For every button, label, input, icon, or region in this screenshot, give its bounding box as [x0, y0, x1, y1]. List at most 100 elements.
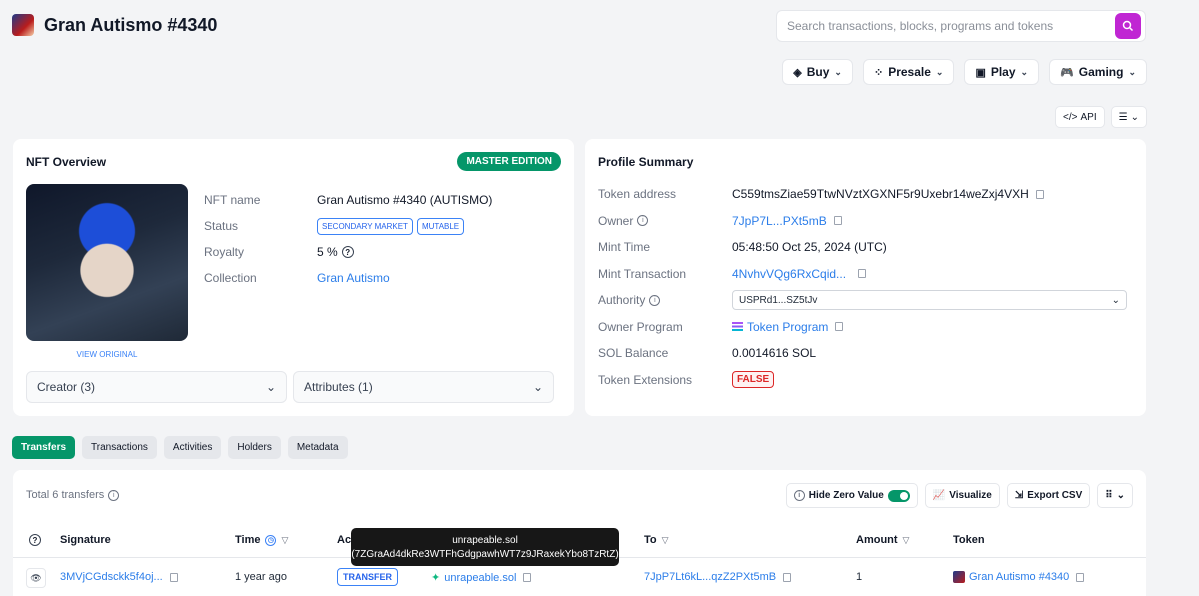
token-cell: Gran Autismo #4340 [953, 571, 1085, 583]
visualize-button[interactable]: 📈 Visualize [924, 483, 1000, 508]
copy-icon[interactable] [1035, 189, 1044, 199]
play-label: Play [990, 65, 1016, 79]
info-icon[interactable]: i [108, 489, 120, 501]
tab-transfers[interactable]: Transfers [12, 436, 76, 459]
presale-button[interactable]: ⁘ Presale ⌄ [862, 59, 955, 85]
search-bar[interactable] [776, 10, 1146, 42]
to-link[interactable]: 7JpP7Lt6kL...qzZ2PXt5mB [644, 571, 776, 583]
token-program-link[interactable]: Token Program [747, 320, 828, 334]
help-icon[interactable]: ? [341, 246, 354, 258]
mint-time-value: 05:48:50 Oct 25, 2024 (UTC) [732, 240, 887, 255]
to-header-label: To [644, 534, 657, 546]
creator-dropdown[interactable]: Creator (3) ⌄ [26, 371, 287, 403]
signature-header: Signature [60, 534, 111, 546]
table-tools: i Hide Zero Value 📈 Visualize ⇲ Export CSV … [785, 483, 1133, 508]
copy-icon[interactable] [833, 216, 842, 226]
info-icon[interactable]: i [637, 215, 649, 227]
nft-avatar [12, 14, 34, 36]
token-header: Token [953, 534, 985, 546]
copy-icon[interactable] [523, 573, 532, 582]
copy-icon[interactable] [783, 572, 792, 582]
amount-header-label: Amount [856, 534, 898, 546]
owner-program-label: Owner Program [598, 319, 683, 334]
token-extensions-label: Token Extensions [598, 372, 693, 387]
sol-balance-row: SOL Balance 0.0014616 SOL [598, 340, 1133, 367]
buy-button[interactable]: ◈ Buy ⌄ [782, 59, 853, 85]
copy-icon[interactable] [835, 322, 844, 332]
copy-icon[interactable] [169, 572, 178, 582]
signature-link[interactable]: 3MVjCGdsckk5f4oj... [60, 571, 163, 583]
royalty-label: Royalty [204, 245, 245, 259]
presale-icon: ⁘ [873, 66, 884, 79]
nft-image[interactable] [26, 184, 188, 341]
token-header-label: Token [953, 534, 985, 546]
status-row: Status SECONDARY MARKET MUTABLE [204, 213, 492, 239]
nft-overview-title: NFT Overview [26, 155, 107, 169]
signature-cell: 3MVjCGdsckk5f4oj... [60, 571, 178, 583]
mint-transaction-link[interactable]: 4NvhvVQg6RxCqid... [732, 267, 846, 281]
mint-time-row: Mint Time 05:48:50 Oct 25, 2024 (UTC) [598, 234, 1133, 261]
authority-select[interactable]: USPRd1...SZ5tJv ⌄ [732, 290, 1127, 311]
collection-link[interactable]: Gran Autismo [317, 271, 390, 285]
time-header-label: Time [235, 534, 261, 546]
filter-icon[interactable]: ▽ [281, 535, 288, 546]
table-row: 👁 3MVjCGdsckk5f4oj... 1 year ago TRANSFE… [13, 566, 1146, 596]
api-button[interactable]: </> API [1055, 106, 1105, 128]
nft-properties: NFT name Gran Autismo #4340 (AUTISMO) St… [204, 187, 492, 291]
from-link[interactable]: unrapeable.sol [444, 572, 516, 584]
copy-icon[interactable] [1076, 572, 1085, 582]
play-icon: ▣ [975, 66, 986, 79]
royalty-value: 5 % [317, 245, 338, 259]
tab-metadata[interactable]: Metadata [287, 436, 348, 459]
owner-label: Owner [598, 213, 634, 228]
api-label: API [1080, 111, 1097, 123]
tab-activities[interactable]: Activities [163, 436, 222, 459]
profile-summary-title: Profile Summary [598, 155, 694, 169]
creator-dropdown-label: Creator (3) [37, 380, 96, 394]
authority-label: Authority [598, 293, 646, 308]
action-header-label: Ac [337, 534, 352, 546]
collection-row: Collection Gran Autismo [204, 265, 492, 291]
owner-link[interactable]: 7JpP7L...PXt5mB [732, 214, 827, 228]
export-csv-button[interactable]: ⇲ Export CSV [1006, 483, 1091, 508]
view-menu-button[interactable]: ☰ ⌄ [1110, 106, 1147, 128]
export-icon: ⇲ [1014, 490, 1024, 501]
view-original-link[interactable]: VIEW ORIGINAL [26, 350, 188, 359]
amount-header: Amount ▽ [856, 534, 909, 546]
mint-transaction-label: Mint Transaction [598, 266, 687, 281]
clock-icon[interactable]: ◷ [265, 534, 277, 546]
presale-label: Presale [888, 65, 931, 79]
visualize-label: Visualize [949, 490, 992, 501]
token-address-label: Token address [598, 187, 677, 202]
gaming-button[interactable]: 🎮 Gaming ⌄ [1049, 59, 1147, 85]
search-button[interactable] [1115, 13, 1141, 39]
tab-transactions[interactable]: Transactions [82, 436, 157, 459]
hide-zero-label: Hide Zero Value [808, 490, 884, 501]
tab-bar: Transfers Transactions Activities Holder… [12, 436, 348, 459]
token-link[interactable]: Gran Autismo #4340 [969, 571, 1069, 583]
hide-zero-toggle[interactable]: i Hide Zero Value [785, 483, 918, 508]
token-avatar [953, 571, 965, 583]
copy-icon[interactable] [858, 269, 867, 279]
help-icon[interactable]: ? [29, 534, 41, 546]
token-program-icon [732, 322, 743, 332]
token-extensions-row: Token Extensions FALSE [598, 367, 1133, 394]
tag-icon: ◈ [793, 66, 802, 79]
info-icon[interactable]: i [649, 294, 661, 306]
filter-icon[interactable]: ▽ [662, 535, 669, 546]
sol-domain-icon: ✦ [431, 572, 441, 584]
search-input[interactable] [787, 19, 1115, 33]
eye-icon[interactable]: 👁 [26, 568, 46, 588]
view-cell: 👁 [26, 568, 46, 588]
tab-holders[interactable]: Holders [228, 436, 281, 459]
attributes-dropdown[interactable]: Attributes (1) ⌄ [293, 371, 554, 403]
toggle-switch[interactable] [887, 489, 910, 502]
filter-icon[interactable]: ▽ [903, 535, 910, 546]
profile-rows: Token address C559tmsZiae59TtwNVztXGXNF5… [598, 181, 1133, 393]
gaming-label: Gaming [1078, 65, 1124, 79]
chevron-down-icon: ⌄ [935, 66, 944, 77]
authority-row: Authority i USPRd1...SZ5tJv ⌄ [598, 287, 1133, 314]
columns-menu-button[interactable]: ⠿ ⌄ [1097, 483, 1133, 508]
time-header: Time ◷ ▽ [235, 534, 288, 546]
play-button[interactable]: ▣ Play ⌄ [964, 59, 1040, 85]
